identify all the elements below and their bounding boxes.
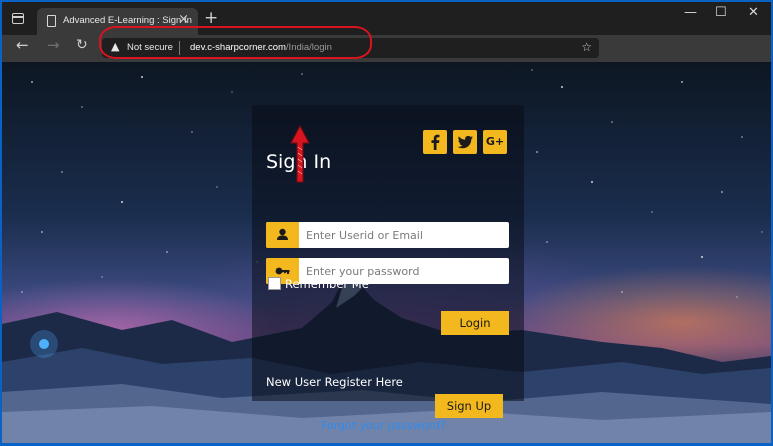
- close-tab-icon[interactable]: ×: [178, 13, 189, 26]
- minimize-icon[interactable]: —: [684, 6, 697, 19]
- forward-button[interactable]: →: [47, 38, 60, 53]
- login-button[interactable]: Login: [441, 311, 509, 335]
- back-button[interactable]: ←: [16, 38, 29, 53]
- page-icon: [47, 15, 56, 27]
- signup-button[interactable]: Sign Up: [435, 394, 503, 418]
- address-highlight-annotation: [99, 26, 372, 59]
- login-page: G+ Sign In Remember Me Login New User Re…: [2, 62, 771, 443]
- tab-title: Advanced E-Learning : Sign In: [63, 15, 192, 26]
- browser-window: Advanced E-Learning : Sign In × + — ☐ ✕ …: [2, 2, 771, 443]
- close-window-icon[interactable]: ✕: [748, 6, 759, 19]
- remember-checkbox[interactable]: [268, 277, 281, 290]
- remember-label: Remember Me: [285, 277, 369, 291]
- annotation-arrow: [290, 125, 310, 183]
- facebook-icon[interactable]: [423, 130, 447, 154]
- tab-actions-icon[interactable]: [12, 13, 24, 24]
- userid-field[interactable]: [266, 222, 509, 248]
- user-icon: [266, 222, 299, 248]
- new-tab-button[interactable]: +: [204, 10, 218, 27]
- register-text: New User Register Here: [266, 375, 403, 389]
- refresh-button[interactable]: ↻: [76, 38, 88, 52]
- userid-input[interactable]: [306, 222, 502, 248]
- maximize-icon[interactable]: ☐: [715, 6, 727, 19]
- forgot-password-link[interactable]: Forgot your password?: [321, 419, 446, 432]
- favorite-star-icon[interactable]: ☆: [581, 40, 592, 54]
- google-plus-icon[interactable]: G+: [483, 130, 507, 154]
- twitter-icon[interactable]: [453, 130, 477, 154]
